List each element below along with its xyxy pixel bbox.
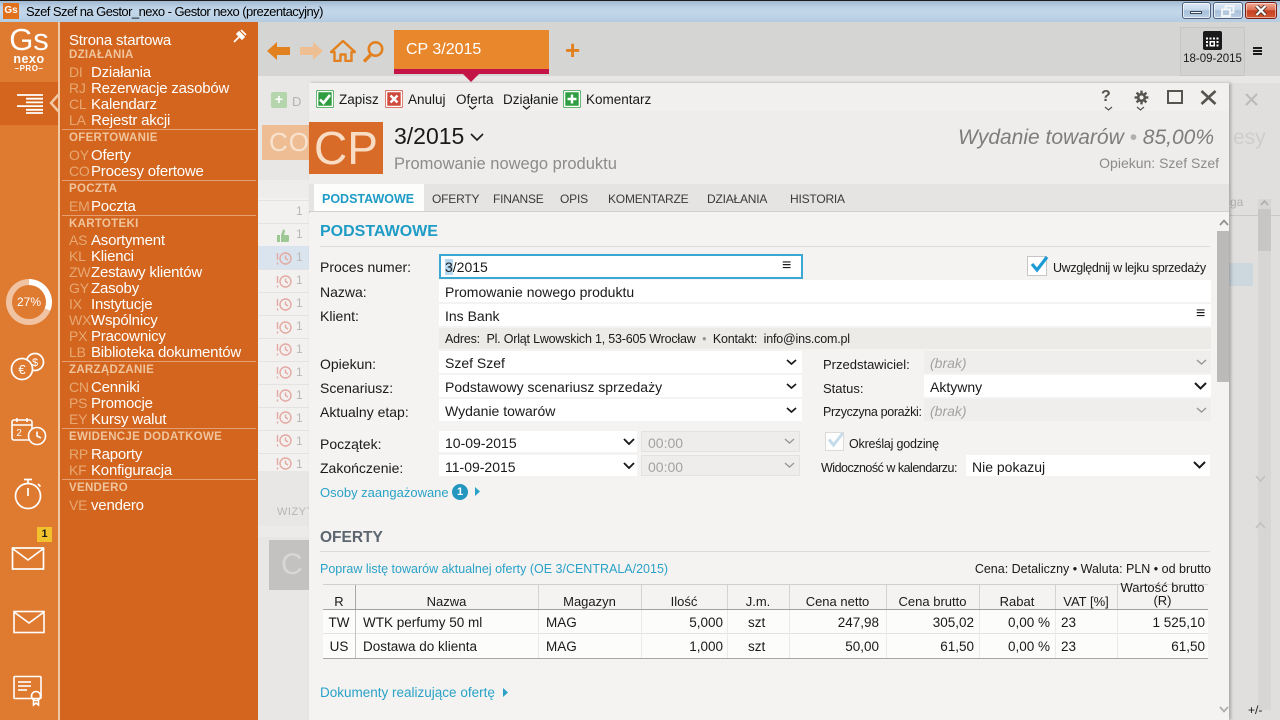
svg-text:€: € [18,362,26,377]
svg-text:2: 2 [16,428,22,439]
